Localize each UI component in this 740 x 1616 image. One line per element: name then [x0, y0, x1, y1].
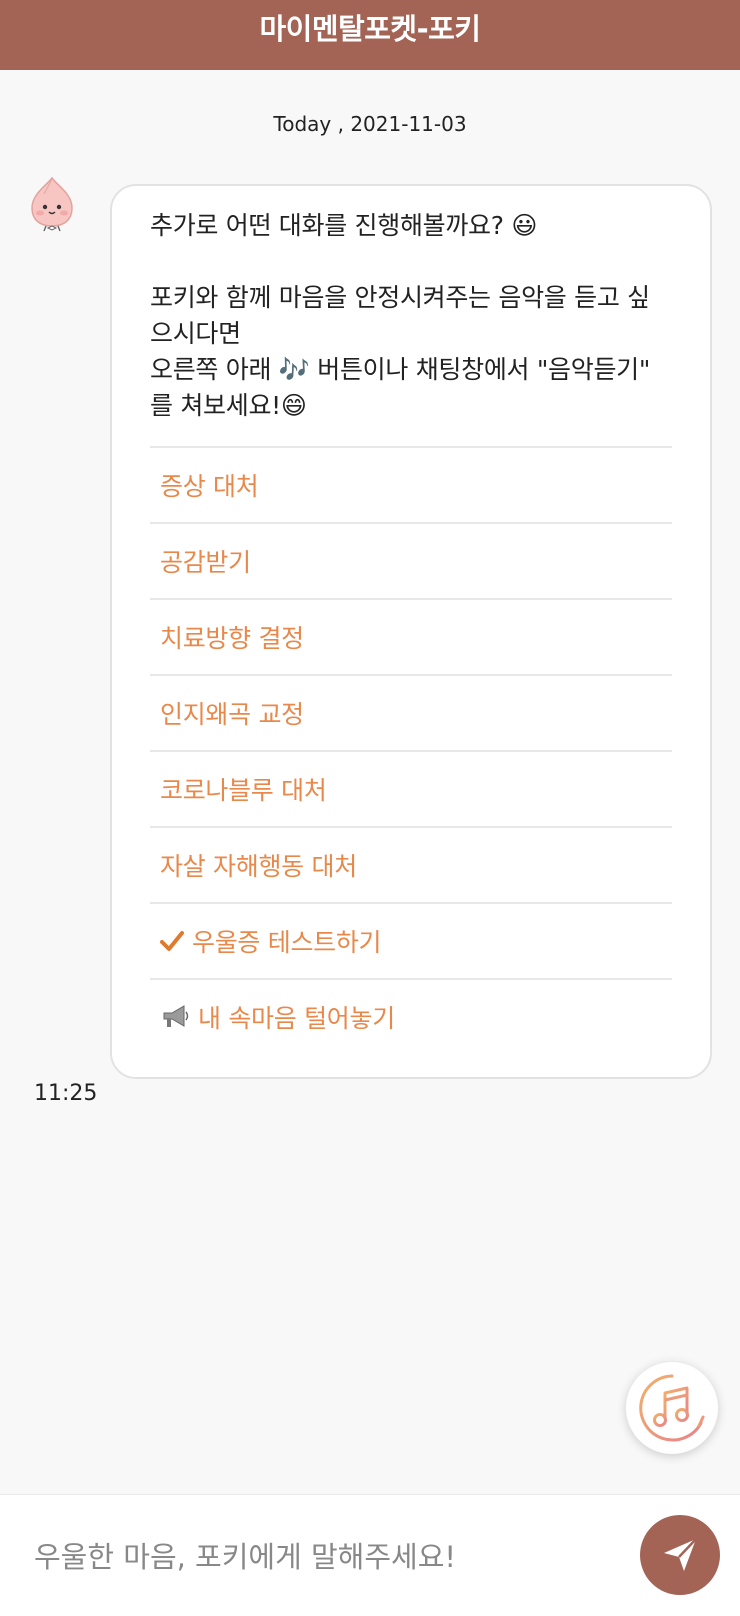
app-header: 마이멘탈포켓-포키 [0, 0, 740, 70]
chat-input-bar [0, 1494, 740, 1616]
option-treatment-direction[interactable]: 치료방향 결정 [150, 598, 672, 674]
option-label: 증상 대처 [160, 472, 259, 501]
option-label: 코로나블루 대처 [160, 776, 327, 805]
chat-date: Today , 2021-11-03 [273, 112, 467, 136]
option-label: 자살 자해행동 대처 [160, 852, 357, 881]
header-title: 마이멘탈포켓-포키 [259, 12, 481, 46]
option-open-heart[interactable]: 내 속마음 털어놓기 [150, 978, 672, 1054]
option-label: 내 속마음 털어놓기 [198, 1004, 395, 1033]
option-label: 공감받기 [160, 548, 251, 577]
option-self-harm-coping[interactable]: 자살 자해행동 대처 [150, 826, 672, 902]
bot-avatar [26, 176, 78, 232]
option-cognitive-distortion[interactable]: 인지왜곡 교정 [150, 674, 672, 750]
peach-character-icon [31, 176, 73, 232]
option-depression-test[interactable]: 우울증 테스트하기 [150, 902, 672, 978]
send-button[interactable] [640, 1515, 720, 1595]
option-label: 치료방향 결정 [160, 624, 304, 653]
megaphone-icon [160, 1004, 190, 1030]
music-note-icon [639, 1374, 705, 1442]
option-label: 우울증 테스트하기 [192, 928, 382, 957]
chat-input[interactable] [34, 1531, 594, 1583]
option-label: 인지왜곡 교정 [160, 700, 304, 729]
music-button[interactable] [626, 1362, 718, 1454]
bot-message-bubble: 추가로 어떤 대화를 진행해볼까요? 😃 포키와 함께 마음을 안정시켜주는 음… [110, 184, 712, 1079]
checkmark-icon [160, 930, 184, 952]
option-symptom-coping[interactable]: 증상 대처 [150, 446, 672, 522]
option-corona-blue[interactable]: 코로나블루 대처 [150, 750, 672, 826]
option-empathy[interactable]: 공감받기 [150, 522, 672, 598]
option-list: 증상 대처 공감받기 치료방향 결정 인지왜곡 교정 코로나블루 대처 자살 자… [150, 446, 672, 1054]
bot-message-text: 추가로 어떤 대화를 진행해볼까요? 😃 포키와 함께 마음을 안정시켜주는 음… [150, 211, 651, 420]
message-time: 11:25 [34, 1081, 98, 1106]
send-icon [664, 1538, 697, 1571]
